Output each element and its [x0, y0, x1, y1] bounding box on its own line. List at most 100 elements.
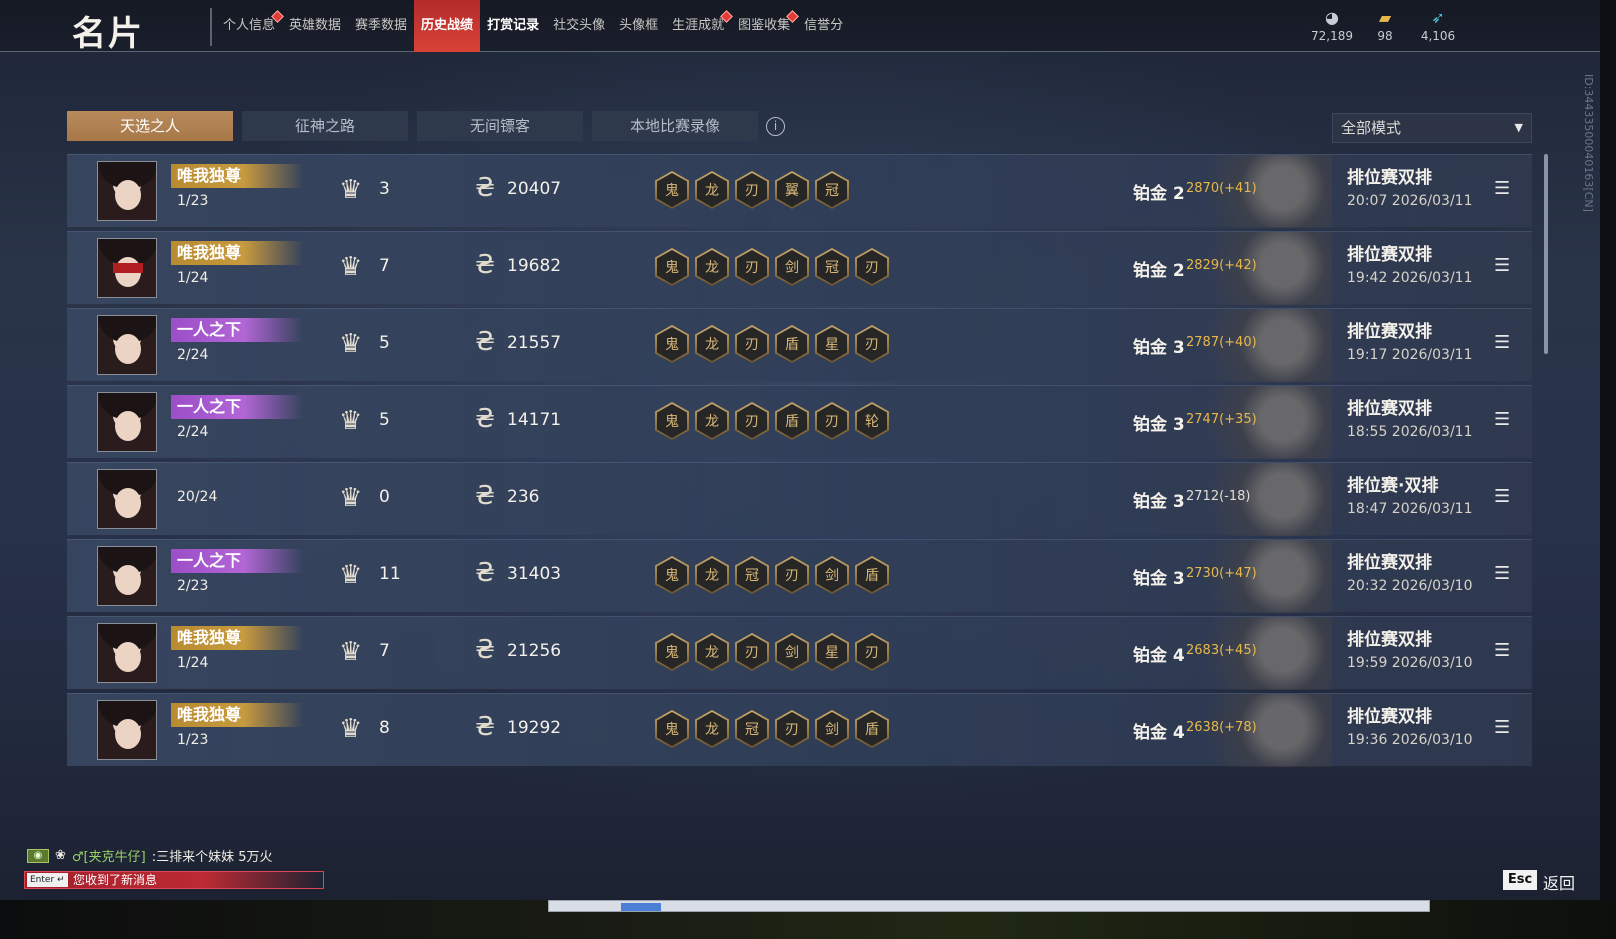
medal-list: 鬼龙刃剑星刃	[655, 633, 889, 671]
details-list-icon[interactable]: ☰	[1494, 640, 1510, 661]
medal-icon[interactable]: 鬼	[655, 633, 689, 671]
tab-2[interactable]: 无间镖客	[417, 111, 583, 141]
nav-tab-8[interactable]: 图鉴收集	[731, 0, 800, 52]
placement-title-badge: 一人之下	[171, 395, 303, 419]
details-list-icon[interactable]: ☰	[1494, 717, 1510, 738]
medal-icon[interactable]: 盾	[855, 710, 889, 748]
medal-icon[interactable]: 鬼	[655, 325, 689, 363]
avatar	[97, 392, 157, 452]
currency-0[interactable]: ◕ 72,189	[1305, 8, 1359, 44]
back-button[interactable]: 返回	[1543, 870, 1575, 894]
currency-1[interactable]: ▰ 98	[1358, 8, 1412, 44]
nav-tab-6[interactable]: 头像框	[612, 0, 665, 52]
details-list-icon[interactable]: ☰	[1494, 255, 1510, 276]
nav-tab-0[interactable]: 个人信息	[216, 0, 284, 52]
nav-tab-9[interactable]: 信誉分	[797, 0, 850, 52]
team-channel-icon: ◉	[27, 848, 49, 863]
medal-icon[interactable]: 龙	[695, 325, 729, 363]
kills-count: 7	[379, 641, 390, 661]
scrollbar[interactable]	[1544, 154, 1548, 354]
medal-icon[interactable]: 刃	[735, 325, 769, 363]
medal-list: 鬼龙冠刃剑盾	[655, 710, 889, 748]
details-list-icon[interactable]: ☰	[1494, 332, 1510, 353]
medal-icon[interactable]: 冠	[815, 248, 849, 286]
medal-icon[interactable]: 冠	[815, 171, 849, 209]
esc-key-hint[interactable]: Esc	[1503, 870, 1537, 890]
medal-icon[interactable]: 星	[815, 633, 849, 671]
medal-icon[interactable]: 鬼	[655, 710, 689, 748]
match-mode: 排位赛双排	[1347, 322, 1432, 342]
match-row[interactable]: 唯我独尊 1/23 ♛ 3 ₴ 20407 鬼 龙 刃 翼 冠 铂金 2 2870(+41) 排位赛双排 2…	[67, 154, 1532, 228]
medal-icon[interactable]: 刃	[735, 402, 769, 440]
tab-0[interactable]: 天选之人	[67, 111, 233, 141]
medal-icon[interactable]: 刃	[855, 325, 889, 363]
placement-rank: 2/23	[177, 578, 209, 594]
nav-tab-5[interactable]: 社交头像	[546, 0, 612, 52]
medal-glyph: 龙	[705, 645, 719, 661]
medal-icon[interactable]: 鬼	[655, 402, 689, 440]
medal-icon[interactable]: 冠	[735, 710, 769, 748]
medal-icon[interactable]: 剑	[775, 248, 809, 286]
medal-icon[interactable]: 盾	[775, 402, 809, 440]
tab-1[interactable]: 征神之路	[242, 111, 408, 141]
medal-icon[interactable]: 刃	[815, 402, 849, 440]
medal-icon[interactable]: 剑	[775, 633, 809, 671]
nav-tab-3[interactable]: 历史战绩	[414, 0, 481, 52]
medal-icon[interactable]: 刃	[775, 556, 809, 594]
medal-icon[interactable]: 鬼	[655, 171, 689, 209]
details-list-icon[interactable]: ☰	[1494, 486, 1510, 507]
medal-glyph: 龙	[705, 414, 719, 430]
kills-icon: ♛	[339, 483, 363, 513]
medal-icon[interactable]: 盾	[775, 325, 809, 363]
tier-label: 铂金 3	[1133, 338, 1185, 358]
medal-icon[interactable]: 刃	[735, 248, 769, 286]
medal-glyph: 冠	[745, 722, 759, 738]
tab-3[interactable]: 本地比赛录像	[592, 111, 758, 141]
medal-glyph: 鬼	[665, 414, 679, 430]
match-row[interactable]: 20/24 ♛ 0 ₴ 236 铂金 3 2712(-18) 排位赛·双排 18:47 2026…	[67, 462, 1532, 536]
match-row[interactable]: 一人之下 2/24 ♛ 5 ₴ 21557 鬼 龙 刃 盾 星 刃 铂金 3 2787(+40) 排位赛双排…	[67, 308, 1532, 382]
medal-icon[interactable]: 龙	[695, 556, 729, 594]
match-mode: 排位赛双排	[1347, 245, 1432, 265]
nav-tab-4[interactable]: 打赏记录	[480, 0, 546, 52]
mode-select[interactable]: 全部模式 ▼	[1332, 113, 1532, 143]
medal-icon[interactable]: 星	[815, 325, 849, 363]
details-list-icon[interactable]: ☰	[1494, 178, 1510, 199]
medal-icon[interactable]: 刃	[735, 171, 769, 209]
medal-icon[interactable]: 龙	[695, 402, 729, 440]
medal-icon[interactable]: 龙	[695, 171, 729, 209]
match-row[interactable]: 一人之下 2/24 ♛ 5 ₴ 14171 鬼 龙 刃 盾 刃 轮 铂金 3 2747(+35) 排位赛双排…	[67, 385, 1532, 459]
medal-icon[interactable]: 龙	[695, 633, 729, 671]
medal-icon[interactable]: 剑	[815, 710, 849, 748]
match-row[interactable]: 一人之下 2/23 ♛ 11 ₴ 31403 鬼 龙 冠 刃 剑 盾 铂金 3 2730(+47) 排位赛双…	[67, 539, 1532, 613]
currency-2[interactable]: ➶ 4,106	[1411, 8, 1465, 44]
match-row[interactable]: 唯我独尊 1/23 ♛ 8 ₴ 19292 鬼 龙 冠 刃 剑 盾 铂金 4 2638(+78) 排位赛双排…	[67, 693, 1532, 767]
new-message-notice[interactable]: Enter ↵ 您收到了新消息	[24, 871, 324, 889]
medal-icon[interactable]: 鬼	[655, 556, 689, 594]
medal-icon[interactable]: 盾	[855, 556, 889, 594]
medal-icon[interactable]: 龙	[695, 710, 729, 748]
details-list-icon[interactable]: ☰	[1494, 409, 1510, 430]
medal-icon[interactable]: 轮	[855, 402, 889, 440]
medal-icon[interactable]: 刃	[855, 248, 889, 286]
medal-icon[interactable]: 刃	[855, 633, 889, 671]
match-list: 唯我独尊 1/23 ♛ 3 ₴ 20407 鬼龙刃翼冠铂金 2 2870(+41) 排位赛双排 2…	[67, 154, 1532, 770]
feather-icon: ➶	[1431, 8, 1445, 27]
tier-label: 铂金 2	[1133, 184, 1185, 204]
details-list-icon[interactable]: ☰	[1494, 563, 1510, 584]
medal-icon[interactable]: 冠	[735, 556, 769, 594]
match-row[interactable]: 唯我独尊 1/24 ♛ 7 ₴ 21256 鬼 龙 刃 剑 星 刃 铂金 4 2683(+45) 排位赛双排…	[67, 616, 1532, 690]
chat-line[interactable]: ◉ ❀ ♂[夹克牛仔]:三排来个妹妹 5万火	[27, 846, 273, 865]
medal-icon[interactable]: 刃	[775, 710, 809, 748]
medal-icon[interactable]: 翼	[775, 171, 809, 209]
match-row[interactable]: 唯我独尊 1/24 ♛ 7 ₴ 19682 鬼 龙 刃 剑 冠 刃 铂金 2 2829(+42) 排位赛双排…	[67, 231, 1532, 305]
nav-tab-7[interactable]: 生涯成就	[665, 0, 733, 52]
nav-tab-1[interactable]: 英雄数据	[282, 0, 348, 52]
medal-icon[interactable]: 龙	[695, 248, 729, 286]
medal-icon[interactable]: 鬼	[655, 248, 689, 286]
avatar	[97, 161, 157, 221]
medal-icon[interactable]: 刃	[735, 633, 769, 671]
info-icon[interactable]: i	[766, 117, 785, 136]
medal-icon[interactable]: 剑	[815, 556, 849, 594]
nav-tab-2[interactable]: 赛季数据	[348, 0, 414, 52]
